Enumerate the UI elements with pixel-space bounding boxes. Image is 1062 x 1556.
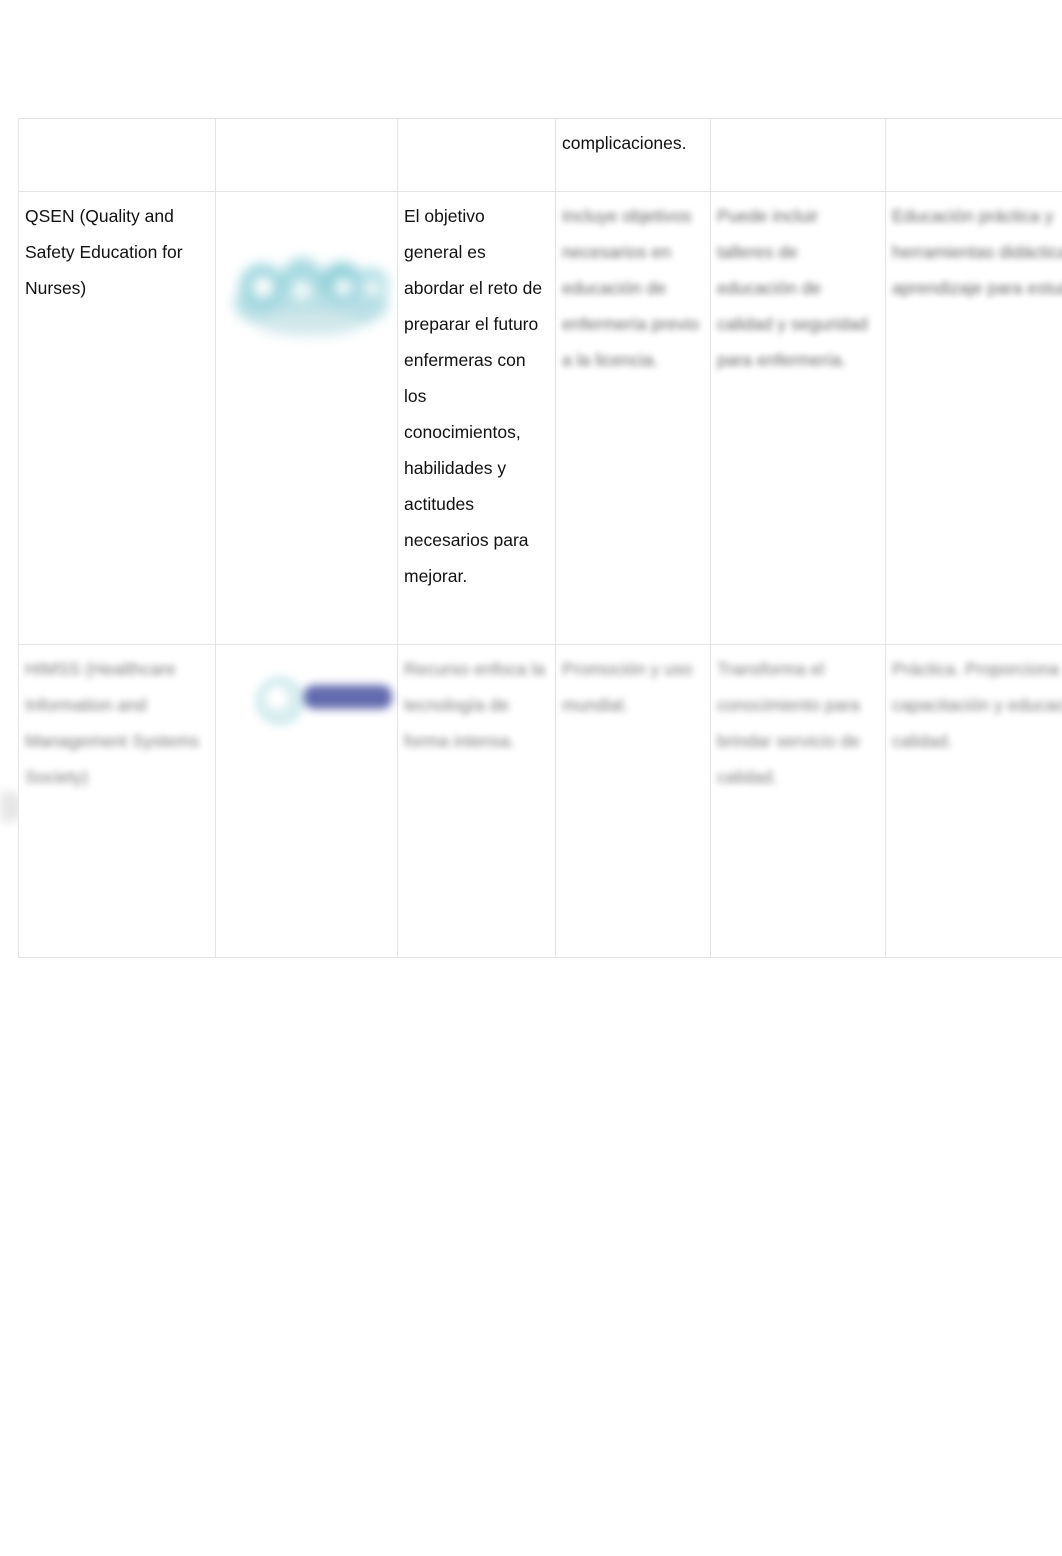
organization-description: El objetivo general es abordar el reto d… bbox=[404, 206, 548, 586]
table-cell-himss-c4: Promoción y uso mundial. bbox=[555, 644, 711, 958]
table-cell-himss-c5: Transforma el conocimiento para brindar … bbox=[710, 644, 886, 958]
content-table: complicaciones. QSEN (Quality and Safety… bbox=[18, 118, 1062, 958]
logo-container bbox=[222, 651, 392, 761]
redacted-cell-text: Práctica. Proporciona capacitación y edu… bbox=[892, 659, 1062, 751]
table-cell-qsen-c4: Incluye objetivos necesarios en educació… bbox=[555, 191, 711, 645]
redacted-cell-text: Educación práctica y herramientas didáct… bbox=[892, 206, 1062, 298]
table-cell-qsen-name: QSEN (Quality and Safety Education for N… bbox=[18, 191, 216, 645]
table-row: HIMSS (Healthcare Information and Manage… bbox=[18, 644, 1062, 958]
table-cell-qsen-description: El objetivo general es abordar el reto d… bbox=[397, 191, 556, 645]
table-cell-continuation-c4: complicaciones. bbox=[555, 118, 711, 192]
table-cell-himss-c6: Práctica. Proporciona capacitación y edu… bbox=[885, 644, 1062, 958]
table-cell-continuation-c2 bbox=[215, 118, 398, 192]
redacted-cell-text: Promoción y uso mundial. bbox=[562, 659, 698, 715]
table-cell-qsen-c5: Puede incluir talleres de educación de c… bbox=[710, 191, 886, 645]
table-cell-himss-logo bbox=[215, 644, 398, 958]
redacted-organization-name: HIMSS (Healthcare Information and Manage… bbox=[25, 659, 204, 787]
table-cell-continuation-c3 bbox=[397, 118, 556, 192]
table-cell-qsen-logo bbox=[215, 191, 398, 645]
document-page: complicaciones. QSEN (Quality and Safety… bbox=[0, 0, 1062, 1556]
cell-text-complicaciones: complicaciones. bbox=[562, 133, 687, 153]
table-cell-continuation-c6 bbox=[885, 118, 1062, 192]
table-cell-himss-description: Recurso enfoca la tecnología de forma in… bbox=[397, 644, 556, 958]
redacted-cell-text: Incluye objetivos necesarios en educació… bbox=[562, 206, 705, 370]
logo-container bbox=[222, 198, 389, 336]
table-row: QSEN (Quality and Safety Education for N… bbox=[18, 191, 1062, 645]
organization-name: QSEN (Quality and Safety Education for N… bbox=[25, 206, 188, 298]
table-cell-continuation-c5 bbox=[710, 118, 886, 192]
himss-logo bbox=[228, 665, 398, 729]
redacted-cell-text: Transforma el conocimiento para brindar … bbox=[717, 659, 865, 787]
table-cell-qsen-c6: Educación práctica y herramientas didáct… bbox=[885, 191, 1062, 645]
table-cell-himss-name: HIMSS (Healthcare Information and Manage… bbox=[18, 644, 216, 958]
table-cell-continuation-c1 bbox=[18, 118, 216, 192]
qsen-logo bbox=[230, 256, 392, 342]
table-row: complicaciones. bbox=[18, 118, 1062, 192]
redacted-organization-description: Recurso enfoca la tecnología de forma in… bbox=[404, 659, 550, 751]
redacted-cell-text: Puede incluir talleres de educación de c… bbox=[717, 206, 873, 370]
